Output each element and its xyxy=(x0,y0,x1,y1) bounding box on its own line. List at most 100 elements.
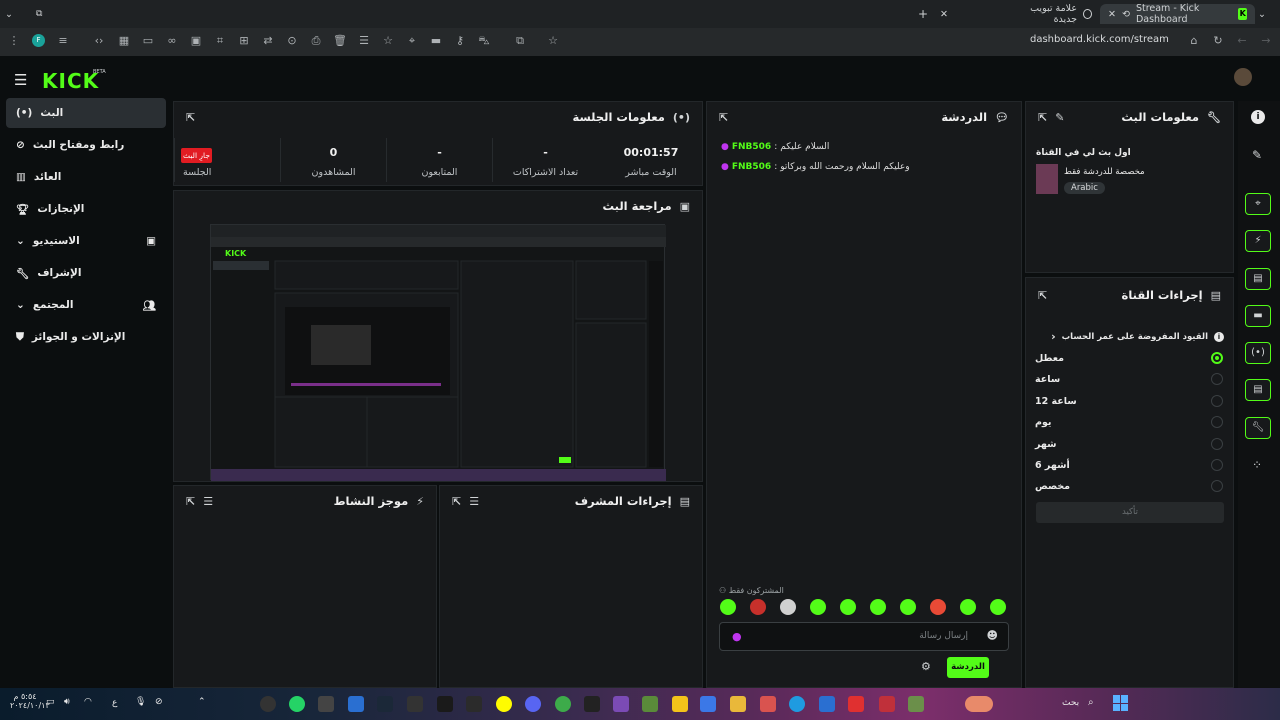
expand-icon[interactable]: ⇱ xyxy=(186,495,195,508)
chat-bubble-icon[interactable]: ▬ xyxy=(1245,305,1271,327)
screenshot-icon[interactable]: ⌗ xyxy=(213,34,227,48)
bookmark-star-icon[interactable]: ☆ xyxy=(381,34,395,48)
home-icon[interactable]: ⌂ xyxy=(1187,34,1201,48)
card-icon[interactable]: ▬ xyxy=(429,34,443,48)
tools-icon[interactable]: ▤ xyxy=(1245,379,1271,401)
widget-icon[interactable] xyxy=(965,696,993,712)
snapchat-icon[interactable] xyxy=(496,696,512,712)
radio-hour[interactable] xyxy=(1211,373,1223,385)
edit-pencil-icon[interactable]: ✎ xyxy=(1252,148,1262,162)
hamburger-menu-icon[interactable]: ☰ xyxy=(14,71,27,89)
sidebar-item-community[interactable]: ⌄ المجتمع 👥︎ xyxy=(6,290,166,320)
wrench-icon[interactable]: 🔧︎ xyxy=(1245,417,1271,439)
chat-message[interactable]: ● FNB506: السلام عليكم xyxy=(721,142,1021,152)
windows-start-icon[interactable] xyxy=(1113,695,1129,711)
reload-icon[interactable]: ↻ xyxy=(1211,34,1225,48)
sidebar-item-revenue[interactable]: ▥ العائد xyxy=(6,162,166,192)
emote-icon[interactable] xyxy=(750,599,766,615)
translate-icon[interactable]: ⇄ xyxy=(261,34,275,48)
sidebar-item-stream[interactable]: (•) البث xyxy=(6,98,166,128)
settings-gear-icon[interactable]: ⚙ xyxy=(921,660,931,673)
chat-username[interactable]: FNB506 xyxy=(732,142,771,152)
trash-icon[interactable]: 🗑 xyxy=(333,34,347,48)
clip-icon[interactable]: ⌖ xyxy=(1245,193,1271,215)
chrome-icon[interactable] xyxy=(555,696,571,712)
filter-icon[interactable]: ☰ xyxy=(203,495,213,508)
chevron-up-icon[interactable]: ⌃ xyxy=(198,697,206,707)
minecraft-icon[interactable] xyxy=(642,696,658,712)
app-icon[interactable] xyxy=(879,696,895,712)
language-indicator[interactable]: ع xyxy=(112,698,117,708)
account-age-header[interactable]: i القيود المفروضة على عمر الحساب ‹ xyxy=(1036,330,1224,343)
expand-icon[interactable]: ⇱ xyxy=(719,111,728,124)
emote-icon[interactable] xyxy=(870,599,886,615)
sidebar-item-stream-key[interactable]: ⊘ رابط ومفتاح البث xyxy=(6,130,166,160)
radio-6-months[interactable] xyxy=(1211,459,1223,471)
sidebar-item-moderation[interactable]: 🔧︎ الإشراف xyxy=(6,258,166,288)
sidebar-item-studio[interactable]: ⌄ الاستيديو ▣ xyxy=(6,226,166,256)
expand-icon[interactable]: ⇱ xyxy=(186,111,195,124)
taskbar-search[interactable]: بحث xyxy=(1062,698,1079,708)
stream-preview-video[interactable]: KICK xyxy=(210,224,666,481)
kick-logo[interactable]: KICK xyxy=(42,69,99,93)
device-icon[interactable]: ▭ xyxy=(141,34,155,48)
add-widget-icon[interactable]: ⁘ xyxy=(1252,458,1262,472)
window-icon[interactable]: ▣ xyxy=(189,34,203,48)
chat-send-button[interactable]: الدردشة xyxy=(947,657,989,678)
workspaces-icon[interactable]: ⧉ xyxy=(36,4,52,24)
link-icon[interactable]: ∞ xyxy=(165,34,179,48)
tab-kick-dashboard[interactable]: ✕ ⟲ Stream - Kick Dashboard K xyxy=(1100,3,1255,25)
code-icon[interactable]: ‹› xyxy=(92,34,106,48)
edit-pencil-icon[interactable]: ✎ xyxy=(1055,111,1064,124)
app-icon[interactable] xyxy=(318,696,334,712)
close-icon[interactable]: ✕ xyxy=(1108,9,1116,20)
radio-day[interactable] xyxy=(1211,416,1223,428)
forward-icon[interactable]: ← xyxy=(1235,34,1249,48)
emote-icon[interactable] xyxy=(810,599,826,615)
app-icon[interactable] xyxy=(700,696,716,712)
chat-username[interactable]: FNB506 xyxy=(732,162,771,172)
expand-icon[interactable]: ⇱ xyxy=(1038,111,1047,124)
app-icon[interactable] xyxy=(466,696,482,712)
menu-dots-icon[interactable]: ⋮ xyxy=(7,34,21,48)
back-icon[interactable]: → xyxy=(1259,34,1273,48)
app-icon[interactable] xyxy=(260,696,276,712)
youtube-icon[interactable] xyxy=(848,696,864,712)
folder-icon[interactable] xyxy=(730,696,746,712)
radio-custom[interactable] xyxy=(1211,480,1223,492)
tab-new-tab[interactable]: علامة تبويب جديدة xyxy=(1005,3,1100,25)
print-icon[interactable]: ⎙ xyxy=(309,34,323,48)
expand-icon[interactable]: ⇱ xyxy=(452,495,461,508)
wifi-icon[interactable]: ◠ xyxy=(84,697,92,707)
emote-icon[interactable] xyxy=(720,599,736,615)
broadcast-icon[interactable]: (•) xyxy=(1245,342,1271,364)
close-tab-icon[interactable]: ✕ xyxy=(940,4,958,24)
teams-icon[interactable] xyxy=(819,696,835,712)
radio-month[interactable] xyxy=(1211,438,1223,450)
car-icon[interactable]: ⛍ xyxy=(477,34,491,48)
avatar[interactable] xyxy=(1234,68,1252,86)
sidebar-item-achievements[interactable]: 🏆︎ الإنجازات xyxy=(6,194,166,224)
rockstar-icon[interactable] xyxy=(672,696,688,712)
radio-disabled[interactable] xyxy=(1211,352,1223,364)
lightning-icon[interactable]: ⚡︎ xyxy=(1245,230,1271,252)
app-icon[interactable] xyxy=(348,696,364,712)
tab-search-icon[interactable]: ⌄ xyxy=(1258,4,1276,24)
volume-icon[interactable]: 🔊︎ xyxy=(64,697,70,707)
confirm-button[interactable]: تأكيد xyxy=(1036,502,1224,523)
filter-icon[interactable]: ☰ xyxy=(469,495,479,508)
discord-icon[interactable] xyxy=(525,696,541,712)
grid-icon[interactable]: ⊞ xyxy=(237,34,251,48)
reading-list-icon[interactable]: ≡ xyxy=(56,34,70,48)
capture-icon[interactable]: ⊙ xyxy=(285,34,299,48)
sidebar-item-drops[interactable]: ⛊ الإنزالات و الجوائز xyxy=(6,322,166,352)
favorite-star-icon[interactable]: ☆ xyxy=(546,34,560,48)
key-icon[interactable]: ⚷ xyxy=(453,34,467,48)
tab-list-icon[interactable]: ⌄ xyxy=(5,4,21,24)
expand-icon[interactable]: ⇱ xyxy=(1038,289,1047,302)
mic-icon[interactable]: 🎙︎ xyxy=(135,697,146,707)
emote-icon[interactable] xyxy=(780,599,796,615)
app-icon[interactable] xyxy=(407,696,423,712)
emote-icon[interactable] xyxy=(930,599,946,615)
steam-icon[interactable] xyxy=(377,696,393,712)
